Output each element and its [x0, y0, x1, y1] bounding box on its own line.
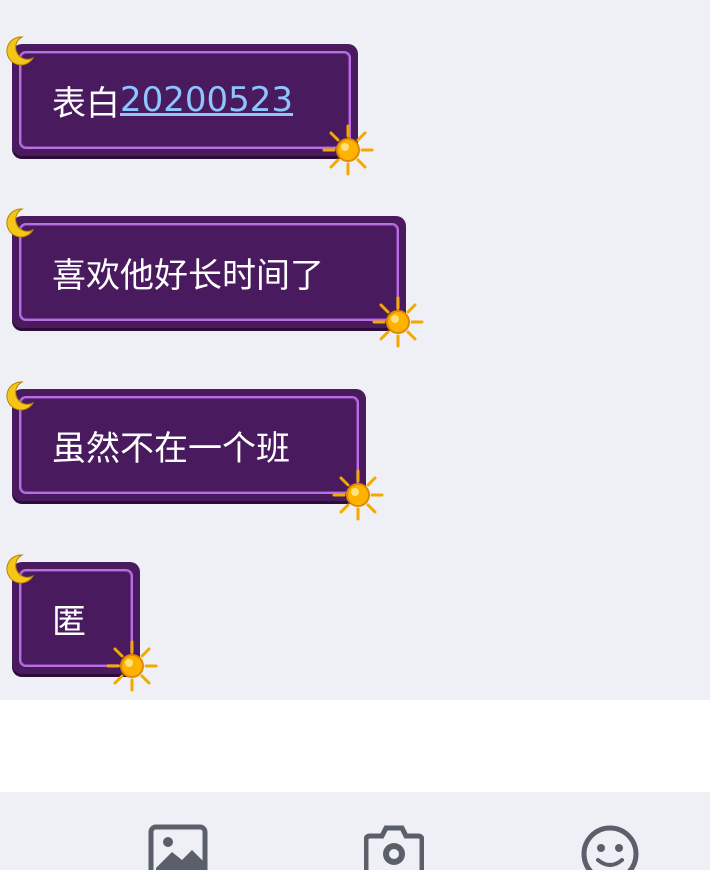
- message-text-label: 表白: [52, 83, 120, 124]
- message-text: 匿: [52, 562, 86, 674]
- bubble-body[interactable]: 表白 20200523: [12, 44, 358, 156]
- message-link[interactable]: 20200523: [120, 80, 293, 120]
- message-input-bar[interactable]: [0, 700, 710, 792]
- bubble-body[interactable]: 虽然不在一个班: [12, 389, 366, 501]
- chat-area: 表白 20200523 喜欢他好长时间了 虽然不在一个班 匿: [0, 0, 710, 700]
- message-text-label: 喜欢他好长时间了: [52, 255, 324, 296]
- moon-icon: [6, 381, 35, 411]
- message-text-label: 虽然不在一个班: [52, 428, 290, 469]
- message-text: 喜欢他好长时间了: [52, 216, 324, 328]
- moon-icon: [6, 36, 35, 66]
- sun-icon: [332, 469, 384, 521]
- message-text-label: 匿: [52, 601, 86, 642]
- moon-icon: [6, 554, 35, 584]
- sun-icon: [372, 296, 424, 348]
- image-icon[interactable]: [148, 824, 208, 870]
- message-text: 虽然不在一个班: [52, 389, 290, 501]
- sun-icon: [106, 640, 158, 692]
- emoji-icon[interactable]: [580, 824, 640, 870]
- moon-icon: [6, 208, 35, 238]
- camera-icon[interactable]: [364, 824, 424, 870]
- bottom-toolbar: [0, 792, 710, 870]
- sun-icon: [322, 124, 374, 176]
- bubble-body[interactable]: 喜欢他好长时间了: [12, 216, 406, 328]
- message-text: 表白 20200523: [52, 44, 293, 156]
